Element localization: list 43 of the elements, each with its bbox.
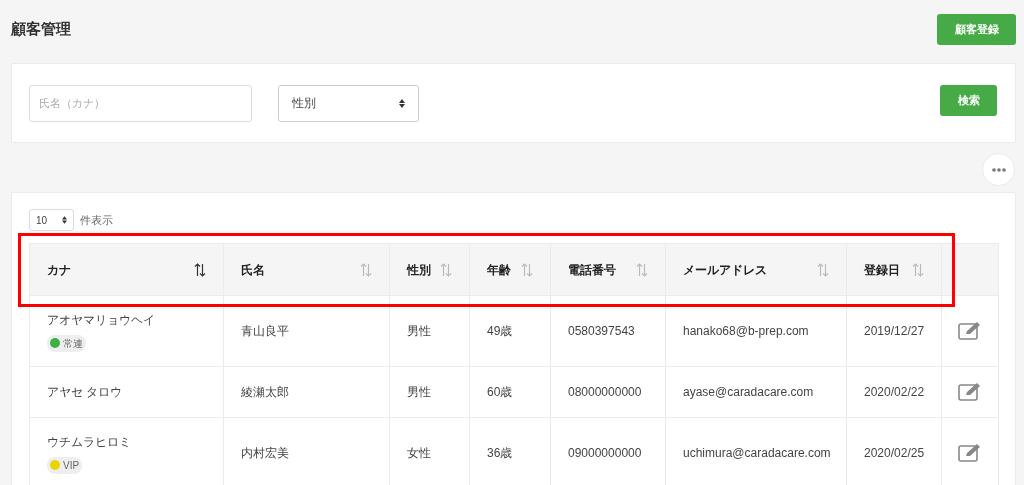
page-size-label: 件表示 [80,212,113,228]
table-cell-text: 36歳 [487,445,513,462]
table-cell-text: 49歳 [487,323,513,340]
more-button[interactable] [982,153,1015,186]
edit-icon[interactable] [958,321,982,341]
table-cell-text: 男性 [407,323,431,340]
more-icon [991,167,1006,172]
table-cell-text: 2020/02/25 [864,445,925,462]
edit-icon[interactable] [958,382,982,402]
gender-select[interactable]: 性別 [278,84,419,122]
name-input-field[interactable]: 氏名（カナ） [29,84,252,122]
sort-icon[interactable] [194,262,206,277]
table-cell-text: 0580397543 [568,323,635,340]
table-cell-text: アヤセ タロウ [47,384,124,401]
table-cell-text: 60歳 [487,384,513,401]
column-header[interactable]: 登録日 [864,260,900,279]
table-cell-text: uchimura@caradacare.com [683,445,831,462]
edit-icon[interactable] [958,443,982,463]
select-caret-icon [62,216,67,224]
table-cell-text: hanako68@b-prep.com [683,323,809,340]
tag-label: 常連 [63,336,83,351]
table-cell-text: 2019/12/27 [864,323,925,340]
page-title: 顧客管理 [11,19,71,40]
table-cell-text: ウチムラヒロミ [47,433,132,451]
tag-label: VIP [63,458,80,473]
table-cell-text: アオヤマリョウヘイ [47,311,156,329]
select-caret-icon [399,98,405,108]
column-header[interactable]: メールアドレス [683,260,767,279]
table-cell-text: 内村宏美 [241,445,289,462]
table-cell-text: 女性 [407,445,431,462]
column-header[interactable]: 性別 [407,260,431,279]
table-cell-text: 08000000000 [568,384,642,401]
table-cell-text: 綾瀬太郎 [241,384,289,401]
table-cell-text: 2020/02/22 [864,384,925,401]
table-cell-text: 09000000000 [568,445,642,462]
column-header[interactable]: 氏名 [241,260,265,279]
page-size-select[interactable]: 10 [29,209,74,231]
table-cell-text: 男性 [407,384,431,401]
table-cell-text: 青山良平 [241,323,289,340]
column-header[interactable]: 電話番号 [568,260,616,279]
column-header[interactable]: カナ [47,260,71,279]
column-header[interactable]: 年齢 [487,260,511,279]
table-cell-text: ayase@caradacare.com [683,384,814,401]
